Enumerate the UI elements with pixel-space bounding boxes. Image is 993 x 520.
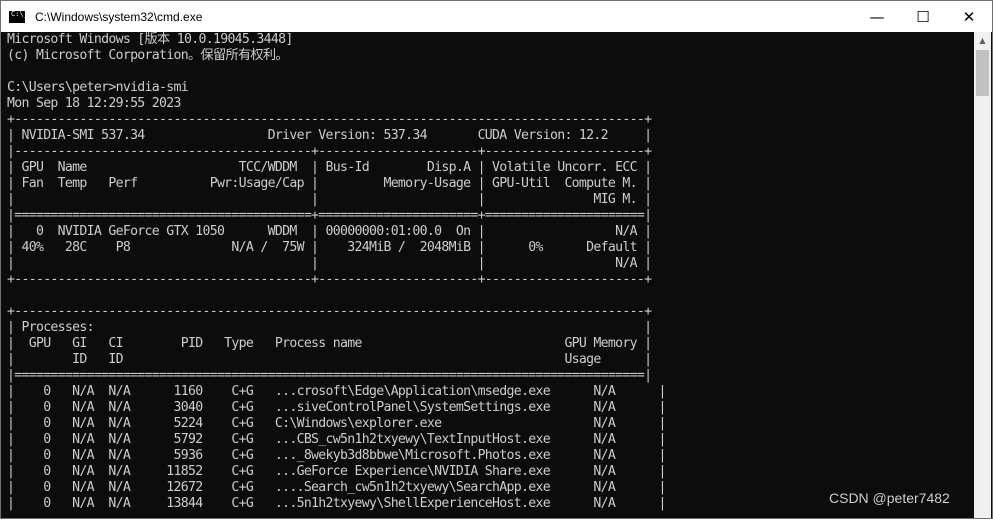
window-title: C:\Windows\system32\cmd.exe [35, 9, 203, 24]
terminal-line: |---------------------------------------… [7, 144, 652, 159]
terminal-line: | NVIDIA-SMI 537.34 Driver Version: 537.… [7, 128, 652, 143]
terminal-line: | | | N/A | [7, 256, 652, 271]
vertical-scrollbar[interactable]: ▲ [974, 32, 991, 518]
terminal-line: +---------------------------------------… [7, 112, 652, 127]
terminal-line: | Fan Temp Perf Pwr:Usage/Cap | Memory-U… [7, 176, 652, 191]
terminal-line: +---------------------------------------… [7, 304, 652, 319]
terminal-text: Microsoft Windows [版本 10.0.19045.3448] (… [7, 32, 967, 512]
terminal-line: C:\Users\peter>nvidia-smi [7, 80, 189, 95]
maximize-button[interactable]: ☐ [900, 1, 946, 32]
terminal-line: | 0 N/A N/A 5936 C+G ..._8wekyb3d8bbwe\M… [7, 448, 667, 463]
terminal-line: Mon Sep 18 12:29:55 2023 [7, 96, 181, 111]
minimize-icon: — [869, 7, 885, 26]
terminal-line: | 0 N/A N/A 5792 C+G ...CBS_cw5n1h2txyew… [7, 432, 667, 447]
maximize-icon: ☐ [916, 7, 930, 26]
terminal-output[interactable]: Microsoft Windows [版本 10.0.19045.3448] (… [7, 32, 967, 520]
cmd-window: C:\Windows\system32\cmd.exe — ☐ ✕ Micros… [0, 0, 993, 519]
terminal-line: Microsoft Windows [版本 10.0.19045.3448] [7, 32, 293, 47]
terminal-line: | 0 N/A N/A 11852 C+G ...GeForce Experie… [7, 464, 667, 479]
csdn-watermark: CSDN @peter7482 [829, 490, 950, 506]
minimize-button[interactable]: — [854, 1, 900, 32]
terminal-line: (c) Microsoft Corporation。保留所有权利。 [7, 48, 289, 63]
terminal-line: | 0 N/A N/A 5224 C+G C:\Windows\explorer… [7, 416, 667, 431]
close-icon: ✕ [962, 7, 976, 26]
arrow-up-icon: ▲ [979, 36, 986, 45]
terminal-line: |=======================================… [7, 368, 652, 383]
terminal-line: | 0 N/A N/A 1160 C+G ...crosoft\Edge\App… [7, 384, 667, 399]
terminal-line: +---------------------------------------… [7, 272, 652, 287]
terminal-line: | | | MIG M. | [7, 192, 652, 207]
terminal-line: | 0 N/A N/A 13844 C+G ...5n1h2txyewy\She… [7, 496, 667, 511]
terminal-line: |=======================================… [7, 208, 652, 223]
terminal-line: | ID ID Usage | [7, 352, 652, 367]
terminal-line: | Processes: | [7, 320, 652, 335]
terminal-line: | 0 NVIDIA GeForce GTX 1050 WDDM | 00000… [7, 224, 652, 239]
terminal-line: | GPU GI CI PID Type Process name GPU Me… [7, 336, 652, 351]
terminal-line: | GPU Name TCC/WDDM | Bus-Id Disp.A | Vo… [7, 160, 652, 175]
scroll-thumb[interactable] [976, 50, 989, 96]
title-bar[interactable]: C:\Windows\system32\cmd.exe — ☐ ✕ [1, 1, 992, 32]
terminal-line: | 40% 28C P8 N/A / 75W | 324MiB / 2048Mi… [7, 240, 652, 255]
terminal-line: | 0 N/A N/A 3040 C+G ...siveControlPanel… [7, 400, 667, 415]
close-button[interactable]: ✕ [946, 1, 992, 32]
scroll-up-button[interactable]: ▲ [974, 32, 991, 49]
terminal-line: | 0 N/A N/A 12672 C+G ....Search_cw5n1h2… [7, 480, 667, 495]
cmd-icon[interactable] [9, 10, 28, 23]
